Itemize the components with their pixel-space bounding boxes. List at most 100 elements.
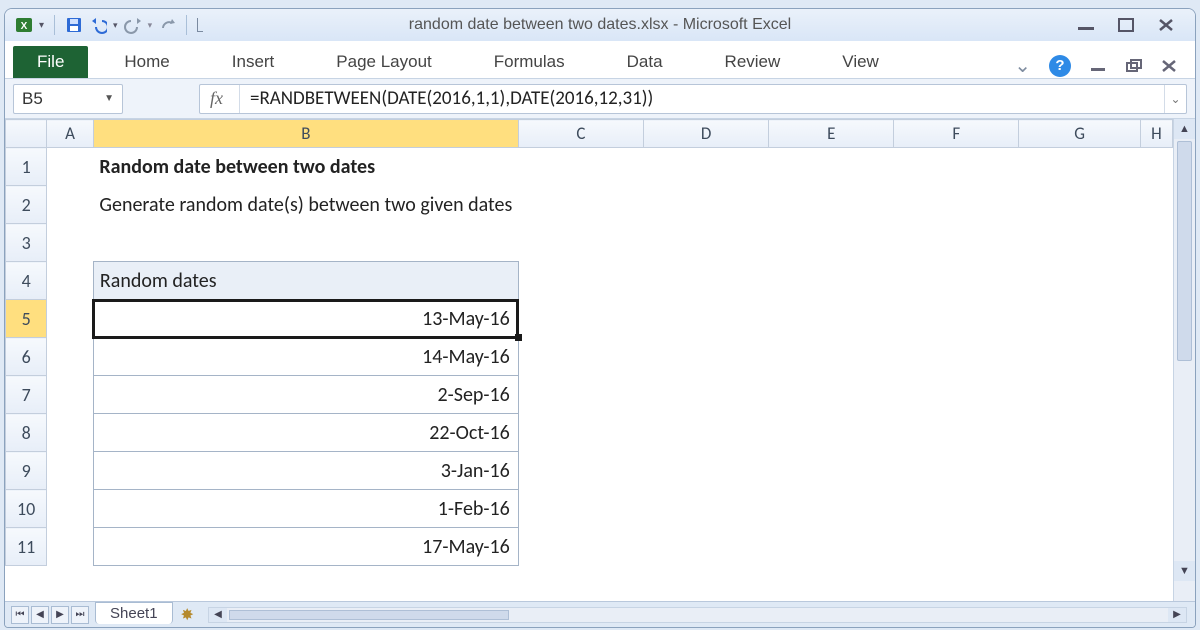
cell-C5[interactable]	[518, 300, 643, 338]
cell-C8[interactable]	[518, 414, 643, 452]
cell-C10[interactable]	[518, 490, 643, 528]
undo-dropdown-icon[interactable]: ▾	[113, 20, 118, 31]
ribbon-min-icon[interactable]: ⌄	[1014, 53, 1031, 78]
col-header-A[interactable]: A	[47, 120, 94, 148]
formula-expand-icon[interactable]: ⌄	[1164, 85, 1186, 113]
cell-G7[interactable]	[1019, 376, 1141, 414]
cell-H10[interactable]	[1140, 490, 1172, 528]
customize-qat-icon[interactable]	[197, 18, 203, 32]
row-header-5[interactable]: 5	[6, 300, 47, 338]
redo-dropdown-icon[interactable]: ▾	[148, 20, 153, 31]
cell-G8[interactable]	[1019, 414, 1141, 452]
cell-H7[interactable]	[1140, 376, 1172, 414]
minimize-icon[interactable]	[1075, 17, 1097, 33]
cell-A10[interactable]	[47, 490, 94, 528]
hscroll-right-icon[interactable]: ▶	[1168, 608, 1186, 622]
row-header-10[interactable]: 10	[6, 490, 47, 528]
qat-dropdown-icon[interactable]: ▾	[39, 20, 44, 31]
cell-G6[interactable]	[1019, 338, 1141, 376]
horizontal-scrollbar[interactable]: ◀ ▶	[208, 607, 1187, 623]
cell-F7[interactable]	[894, 376, 1019, 414]
save-icon[interactable]	[65, 16, 83, 34]
row-header-8[interactable]: 8	[6, 414, 47, 452]
sheet-next-icon[interactable]: ▶	[51, 606, 69, 624]
close-icon[interactable]	[1157, 17, 1175, 33]
select-all-corner[interactable]	[6, 120, 47, 148]
cell-H5[interactable]	[1140, 300, 1172, 338]
cell-G2[interactable]	[1019, 186, 1141, 224]
cell-G9[interactable]	[1019, 452, 1141, 490]
cell-F8[interactable]	[894, 414, 1019, 452]
cell-C1[interactable]	[518, 148, 643, 186]
cell-D9[interactable]	[644, 452, 769, 490]
cell-H9[interactable]	[1140, 452, 1172, 490]
doc-restore-icon[interactable]	[1125, 59, 1143, 73]
fx-icon[interactable]: fx	[200, 85, 240, 113]
col-header-H[interactable]: H	[1140, 120, 1172, 148]
cell-F5[interactable]	[894, 300, 1019, 338]
name-box-dropdown-icon[interactable]: ▼	[104, 93, 114, 104]
cell-C3[interactable]	[518, 224, 643, 262]
col-header-F[interactable]: F	[894, 120, 1019, 148]
scroll-down-icon[interactable]: ▼	[1174, 561, 1195, 581]
cell-C4[interactable]	[518, 262, 643, 300]
cell-H11[interactable]	[1140, 528, 1172, 566]
tab-view[interactable]: View	[824, 46, 897, 78]
cell-H8[interactable]	[1140, 414, 1172, 452]
row-header-4[interactable]: 4	[6, 262, 47, 300]
grid[interactable]: ABCDEFGH1Random date between two dates2G…	[5, 119, 1173, 601]
sheet-prev-icon[interactable]: ◀	[31, 606, 49, 624]
cell-D4[interactable]	[644, 262, 769, 300]
tab-page-layout[interactable]: Page Layout	[318, 46, 449, 78]
cell-C11[interactable]	[518, 528, 643, 566]
col-header-E[interactable]: E	[769, 120, 894, 148]
cell-D3[interactable]	[644, 224, 769, 262]
cell-H6[interactable]	[1140, 338, 1172, 376]
cell-B4[interactable]: Random dates	[93, 262, 518, 300]
row-header-3[interactable]: 3	[6, 224, 47, 262]
file-tab[interactable]: File	[13, 46, 88, 78]
cell-E11[interactable]	[769, 528, 894, 566]
cell-E9[interactable]	[769, 452, 894, 490]
new-sheet-icon[interactable]: ✸	[181, 605, 194, 625]
cell-C7[interactable]	[518, 376, 643, 414]
cell-H1[interactable]	[1140, 148, 1172, 186]
maximize-icon[interactable]	[1117, 17, 1137, 33]
cell-D5[interactable]	[644, 300, 769, 338]
formula-input[interactable]	[240, 87, 1164, 110]
cell-B7[interactable]: 2-Sep-16	[93, 376, 518, 414]
cell-F4[interactable]	[894, 262, 1019, 300]
cell-B5[interactable]: 13-May-16	[93, 300, 518, 338]
hscroll-thumb[interactable]	[229, 610, 509, 620]
row-header-9[interactable]: 9	[6, 452, 47, 490]
cell-B1[interactable]: Random date between two dates	[93, 148, 518, 186]
cell-F3[interactable]	[894, 224, 1019, 262]
cell-B10[interactable]: 1-Feb-16	[93, 490, 518, 528]
redo2-icon[interactable]	[158, 16, 176, 34]
cell-F11[interactable]	[894, 528, 1019, 566]
tab-formulas[interactable]: Formulas	[476, 46, 583, 78]
col-header-C[interactable]: C	[518, 120, 643, 148]
row-header-7[interactable]: 7	[6, 376, 47, 414]
cell-A8[interactable]	[47, 414, 94, 452]
row-header-6[interactable]: 6	[6, 338, 47, 376]
name-box[interactable]: B5 ▼	[13, 84, 123, 114]
sheet-last-icon[interactable]: ⏭	[71, 606, 89, 624]
cell-D6[interactable]	[644, 338, 769, 376]
cell-B2[interactable]: Generate random date(s) between two give…	[93, 186, 518, 224]
cell-E4[interactable]	[769, 262, 894, 300]
cell-A4[interactable]	[47, 262, 94, 300]
sheet-first-icon[interactable]: ⏮	[11, 606, 29, 624]
cell-B9[interactable]: 3-Jan-16	[93, 452, 518, 490]
cell-C9[interactable]	[518, 452, 643, 490]
cell-D2[interactable]	[644, 186, 769, 224]
cell-H3[interactable]	[1140, 224, 1172, 262]
cell-F10[interactable]	[894, 490, 1019, 528]
cell-A1[interactable]	[47, 148, 94, 186]
cell-D1[interactable]	[644, 148, 769, 186]
row-header-2[interactable]: 2	[6, 186, 47, 224]
tab-data[interactable]: Data	[609, 46, 681, 78]
cell-D10[interactable]	[644, 490, 769, 528]
cell-G4[interactable]	[1019, 262, 1141, 300]
cell-G5[interactable]	[1019, 300, 1141, 338]
